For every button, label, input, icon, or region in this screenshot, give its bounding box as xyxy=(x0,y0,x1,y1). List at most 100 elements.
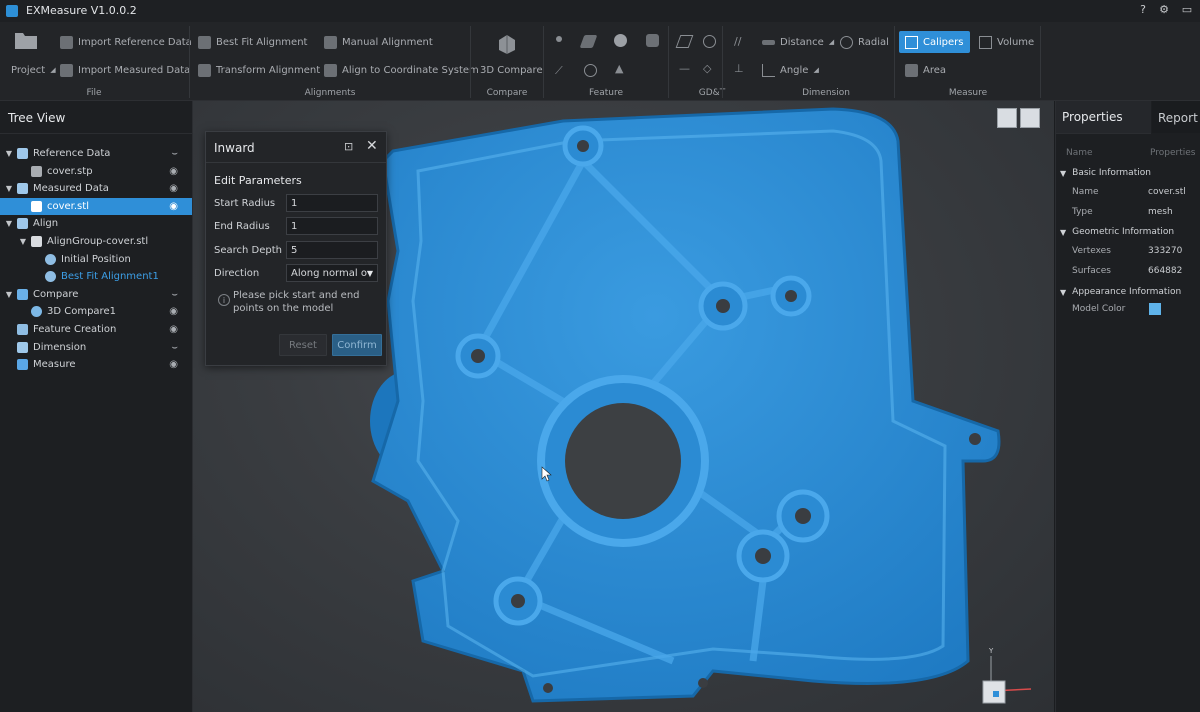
tree-item[interactable]: ▼ Align xyxy=(0,215,192,232)
start-radius-input[interactable]: 1 xyxy=(286,194,378,212)
direction-label: Direction xyxy=(214,268,260,279)
search-depth-input[interactable]: 5 xyxy=(286,241,378,259)
angle-icon xyxy=(762,63,775,77)
info-icon: i xyxy=(218,294,230,306)
properties-column-headers: Name Properties xyxy=(1066,148,1196,158)
direction-select[interactable]: Along normal of s ▼ xyxy=(286,264,378,282)
parallelism-icon[interactable]: // xyxy=(734,35,741,48)
project-label: Project xyxy=(11,64,46,76)
tree-item[interactable]: ▼ Compare ⌣ xyxy=(0,286,192,303)
end-radius-label: End Radius xyxy=(214,221,270,232)
import-icon xyxy=(60,63,73,77)
import-icon xyxy=(60,35,73,49)
model-color-swatch[interactable] xyxy=(1149,303,1161,315)
tree-item[interactable]: cover.stl ◉ xyxy=(0,197,192,215)
manual-alignment-icon xyxy=(324,35,337,49)
reset-button[interactable]: Reset xyxy=(279,334,327,356)
tree-item[interactable]: ▼ Measured Data ◉ xyxy=(0,180,192,197)
feature-group-label: Feature xyxy=(588,88,623,98)
folder-icon xyxy=(31,236,42,247)
eye-closed-icon[interactable]: ⌣ xyxy=(171,148,178,159)
tree-item[interactable]: Dimension ⌣ xyxy=(0,339,192,356)
confirm-button[interactable]: Confirm xyxy=(332,334,382,356)
close-icon[interactable]: ✕ xyxy=(366,138,378,154)
compare-3d-icon xyxy=(495,32,519,57)
perpendicularity-icon[interactable]: ⊥ xyxy=(734,62,744,75)
best-fit-button[interactable]: Best Fit Alignment xyxy=(198,32,307,52)
radial-icon xyxy=(840,35,853,49)
project-button[interactable] xyxy=(14,30,38,53)
point-icon[interactable] xyxy=(556,36,562,42)
eye-icon[interactable]: ◉ xyxy=(169,306,178,317)
import-measured-button[interactable]: Import Measured Data xyxy=(60,60,190,80)
tree-view-header: Tree View xyxy=(0,101,192,134)
align-icon xyxy=(17,218,28,230)
tab-properties[interactable]: Properties xyxy=(1056,101,1151,134)
tree-item[interactable]: Measure ◉ xyxy=(0,356,192,373)
eye-closed-icon[interactable]: ⌣ xyxy=(171,289,178,300)
expand-triangle-icon[interactable]: ▼ xyxy=(4,219,14,228)
expand-triangle-icon[interactable]: ▼ xyxy=(4,290,14,299)
ribbon-toolbar: Project ◢ Import Reference Data Import Me… xyxy=(0,22,1200,101)
end-radius-input[interactable]: 1 xyxy=(286,217,378,235)
tree-item[interactable]: 3D Compare1 ◉ xyxy=(0,303,192,320)
tab-report[interactable]: Report xyxy=(1152,101,1200,133)
prop-row-type: Type mesh xyxy=(1072,207,1173,217)
circularity-icon[interactable] xyxy=(703,35,716,48)
coordinate-icon xyxy=(324,63,337,77)
geometric-info-section[interactable]: ▼ Geometric Information xyxy=(1060,224,1174,240)
appearance-info-section[interactable]: ▼ Appearance Information xyxy=(1060,284,1181,300)
radial-button[interactable]: Radial xyxy=(840,32,889,52)
tree-item[interactable]: ▼ Reference Data ⌣ xyxy=(0,145,192,162)
expand-triangle-icon[interactable]: ▼ xyxy=(4,149,14,158)
line-icon[interactable]: ⟋ xyxy=(555,64,563,78)
project-menu[interactable]: Project ◢ xyxy=(11,60,56,80)
tree-item[interactable]: Best Fit Alignment1 xyxy=(0,268,192,285)
unlock-icon[interactable]: ⊡ xyxy=(344,140,353,153)
straightness-icon[interactable]: — xyxy=(679,62,690,75)
tree-item-label: Compare xyxy=(33,288,79,300)
expand-triangle-icon[interactable]: ▼ xyxy=(4,184,14,193)
circle-icon[interactable] xyxy=(584,64,597,77)
volume-button[interactable]: Volume xyxy=(979,32,1034,52)
expand-triangle-icon[interactable]: ▼ xyxy=(18,237,28,246)
cone-icon[interactable]: ▲ xyxy=(615,62,623,75)
transform-alignment-button[interactable]: Transform Alignment xyxy=(198,60,320,80)
import-reference-button[interactable]: Import Reference Data xyxy=(60,32,192,52)
angle-button[interactable]: Angle ◢ xyxy=(762,60,819,80)
eye-icon[interactable]: ◉ xyxy=(169,324,178,335)
basic-info-section[interactable]: ▼ Basic Information xyxy=(1060,165,1151,181)
transform-icon xyxy=(198,63,211,77)
tree-item[interactable]: cover.stp ◉ xyxy=(0,163,192,180)
window-controls[interactable]: ▭ xyxy=(1180,3,1194,17)
tree-item[interactable]: ▼ AlignGroup-cover.stl xyxy=(0,233,192,250)
tree-item[interactable]: Initial Position xyxy=(0,251,192,268)
eye-icon[interactable]: ◉ xyxy=(169,183,178,194)
view-fit-button[interactable] xyxy=(997,108,1017,128)
tree-item[interactable]: Feature Creation ◉ xyxy=(0,321,192,338)
gear-icon[interactable]: ⚙ xyxy=(1157,3,1171,17)
area-button[interactable]: Area xyxy=(905,60,946,80)
reference-data-icon xyxy=(17,148,28,159)
cylinder-icon[interactable] xyxy=(646,34,659,47)
sphere-icon[interactable] xyxy=(614,34,627,47)
align-coordinate-button[interactable]: Align to Coordinate System xyxy=(324,60,479,80)
feature-icon xyxy=(17,324,28,335)
distance-button[interactable]: Distance ◢ xyxy=(762,32,834,52)
profile-icon[interactable]: ◇ xyxy=(703,62,711,75)
manual-alignment-button[interactable]: Manual Alignment xyxy=(324,32,433,52)
eye-icon[interactable]: ◉ xyxy=(169,359,178,370)
plane-icon[interactable] xyxy=(579,35,598,48)
help-icon[interactable]: ? xyxy=(1136,3,1150,17)
globe-icon xyxy=(45,271,56,283)
view-mode-button[interactable] xyxy=(1020,108,1040,128)
calipers-button[interactable]: Calipers xyxy=(899,31,970,53)
prop-row-vertexes: Vertexes 333270 xyxy=(1072,246,1183,256)
eye-icon[interactable]: ◉ xyxy=(169,201,178,212)
compare-3d-button[interactable]: 3D Compare xyxy=(480,60,543,80)
mesh-icon xyxy=(31,200,42,212)
flatness-icon[interactable] xyxy=(675,35,694,48)
divider xyxy=(722,26,723,98)
eye-icon[interactable]: ◉ xyxy=(169,166,178,177)
eye-closed-icon[interactable]: ⌣ xyxy=(171,342,178,353)
